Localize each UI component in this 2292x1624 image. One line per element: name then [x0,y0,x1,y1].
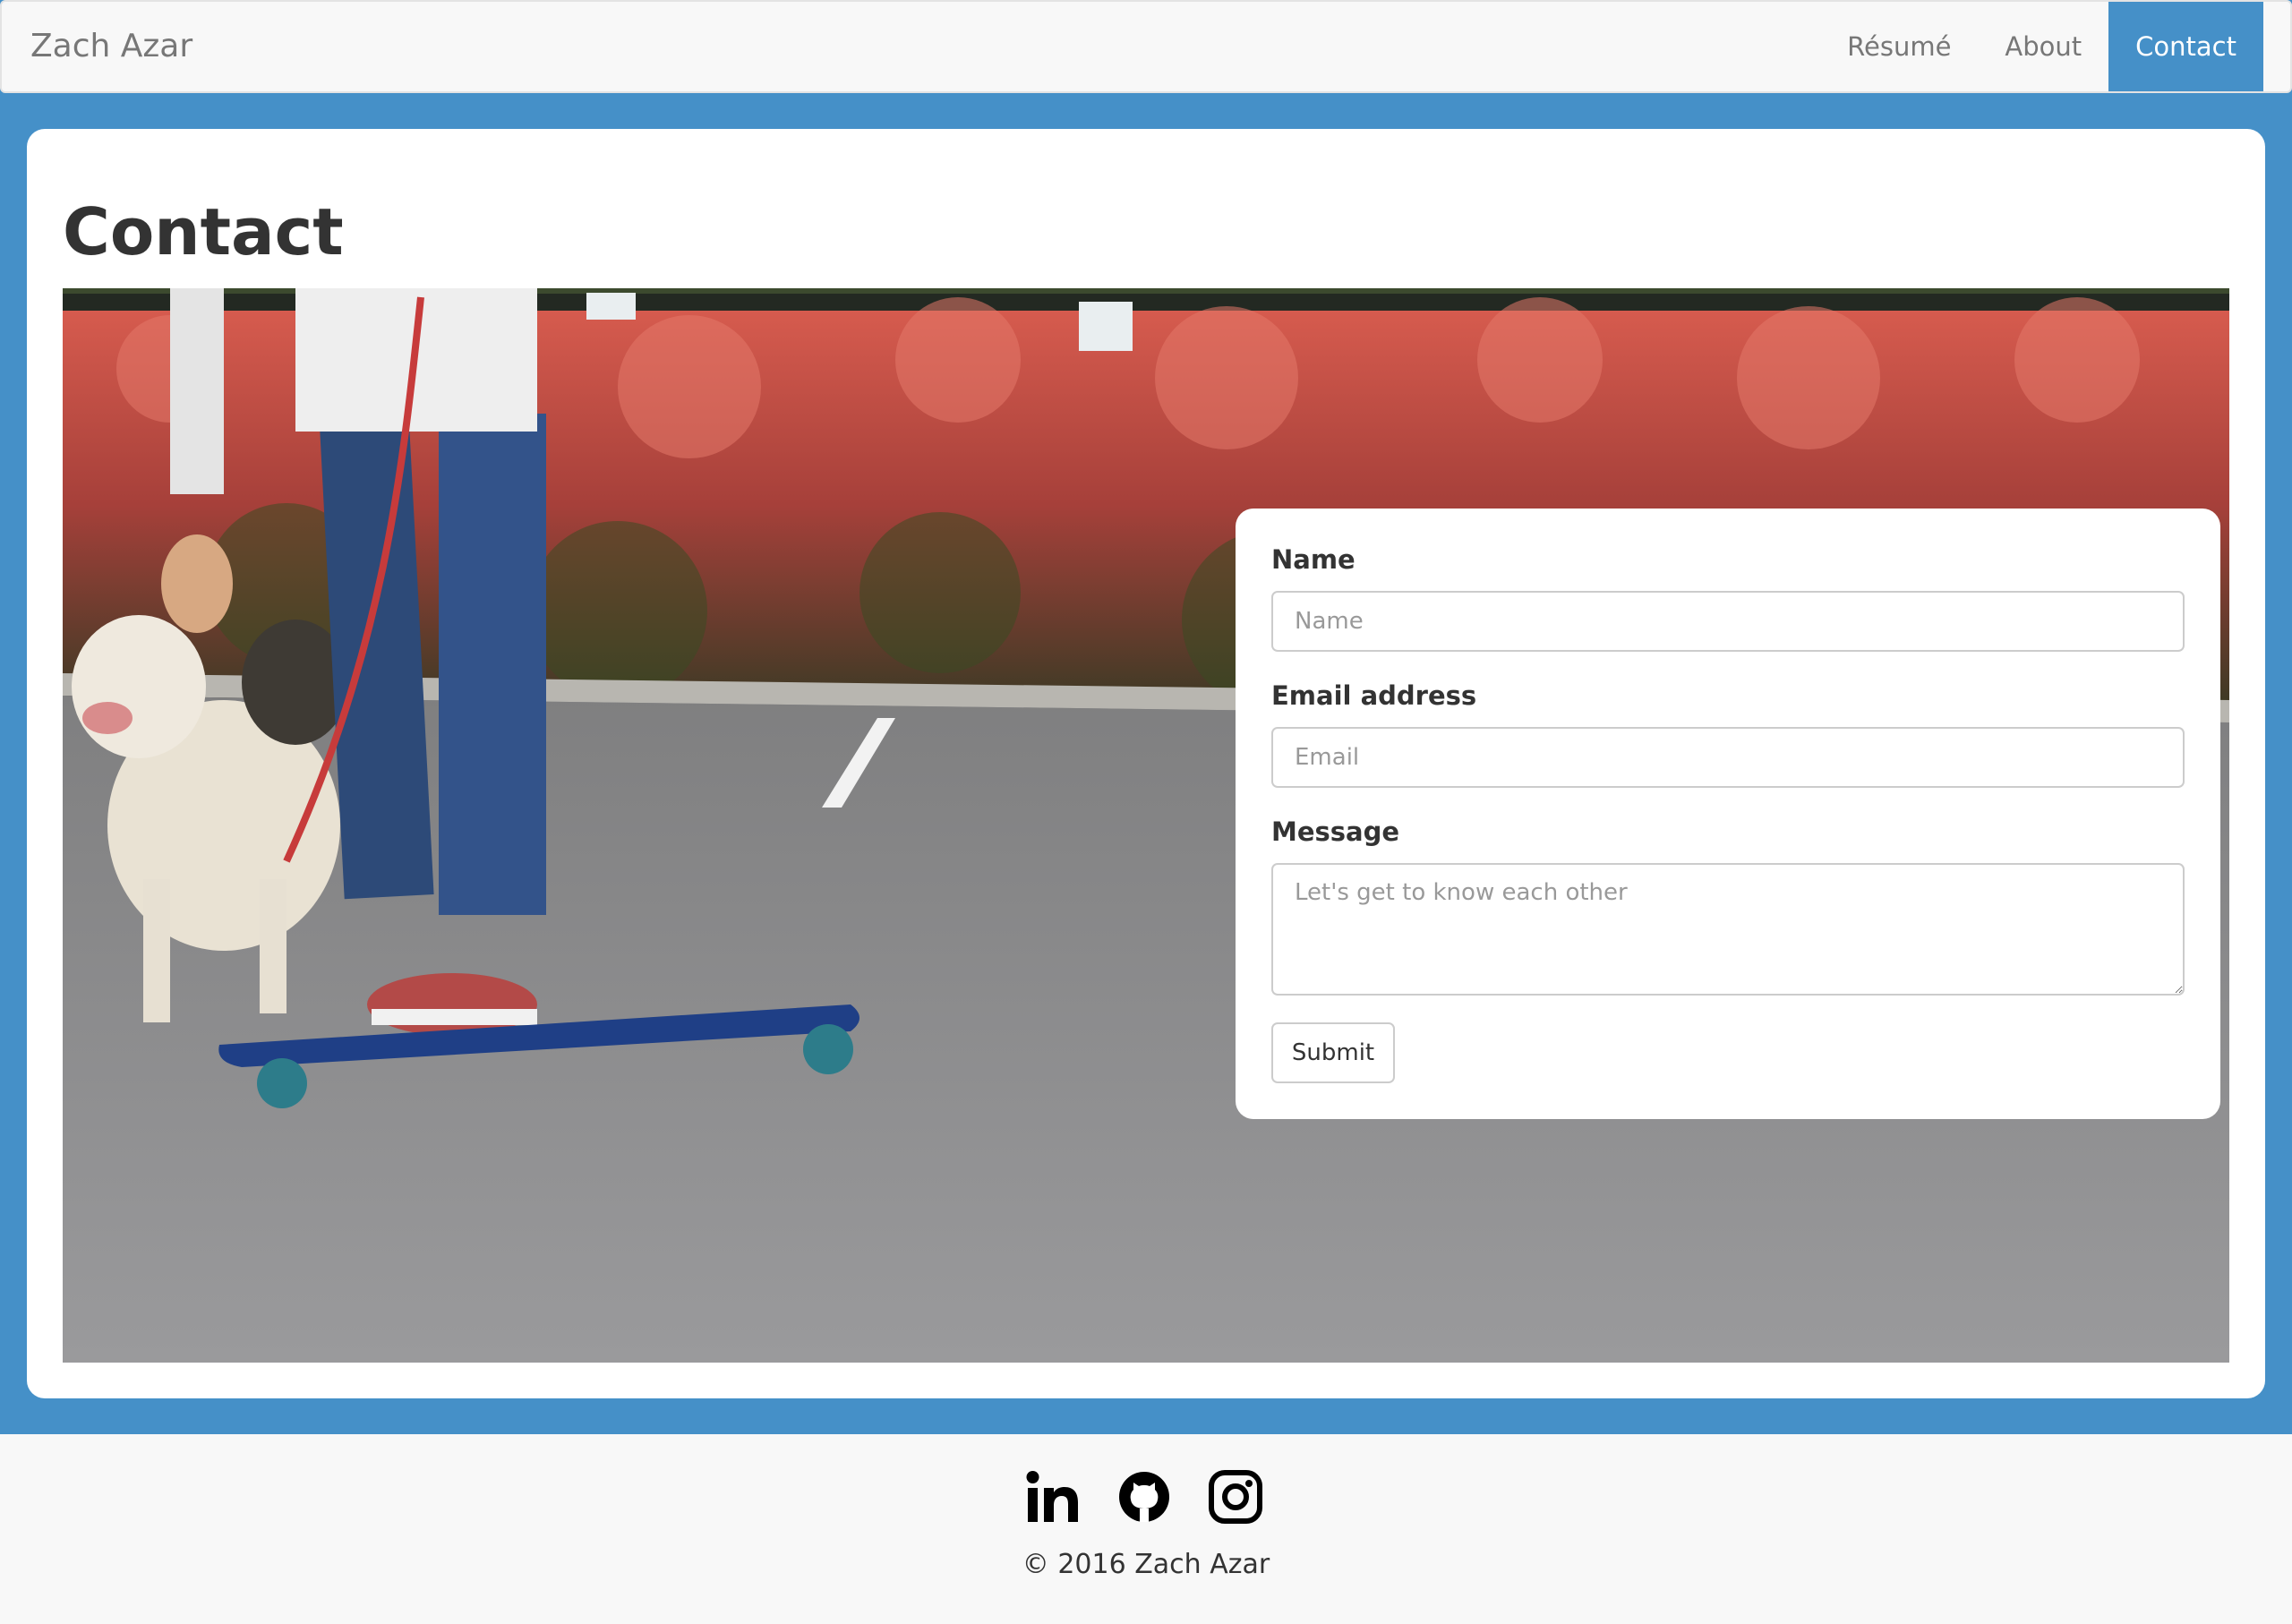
main-panel: Contact Name Name Email address Email Me… [27,129,2265,1398]
github-icon[interactable] [1117,1470,1171,1524]
message-label: Message [1271,816,1400,847]
email-label: Email address [1271,680,1477,711]
name-label: Name [1271,544,1356,575]
brand-link[interactable]: Zach Azar [30,23,192,70]
nav-link-contact[interactable]: Contact [2108,2,2263,91]
footer: © 2016 Zach Azar [0,1434,2292,1624]
social-links [1026,1470,1262,1524]
email-input[interactable] [1271,727,2185,788]
contact-form: Name Email address Message Submit [1236,509,2220,1119]
copyright-text: © 2016 Zach Azar [1022,1549,1270,1580]
nav-links: Résumé About Contact [1820,2,2263,91]
nav-link-about[interactable]: About [1978,2,2108,91]
submit-button[interactable]: Submit [1271,1022,1395,1083]
message-textarea[interactable] [1271,863,2185,996]
navbar: Zach Azar Résumé About Contact [0,0,2292,93]
nav-link-resume[interactable]: Résumé [1820,2,1978,91]
linkedin-icon[interactable] [1026,1470,1080,1524]
name-input[interactable] [1271,591,2185,652]
page-title: Contact [63,194,344,269]
instagram-icon[interactable] [1209,1470,1262,1524]
